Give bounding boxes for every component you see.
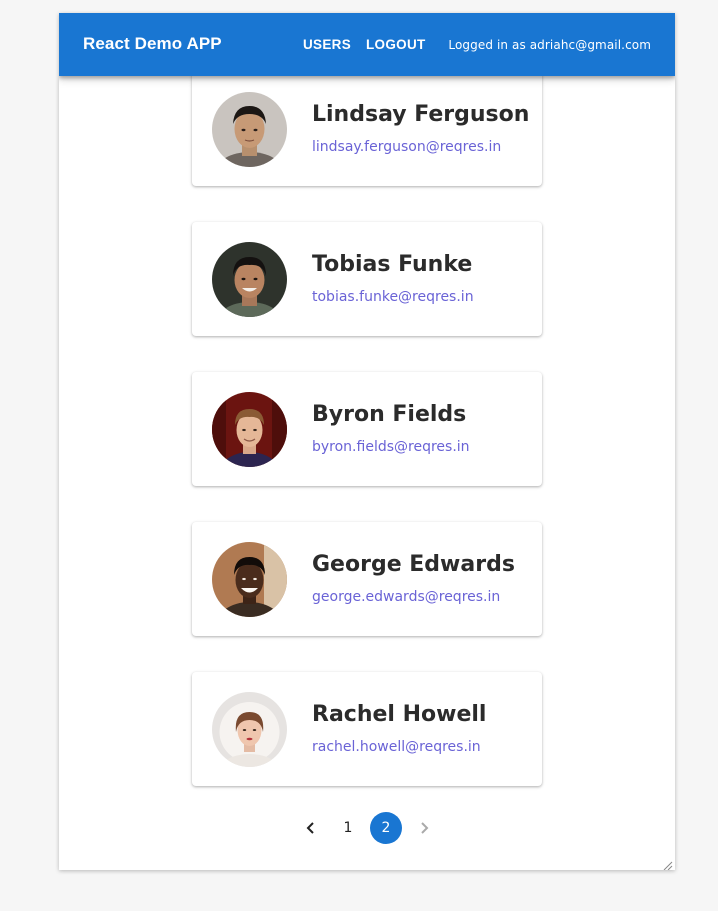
user-name: Lindsay Ferguson bbox=[312, 102, 530, 127]
nav-users-button[interactable]: USERS bbox=[303, 37, 351, 52]
user-email[interactable]: tobias.funke@reqres.in bbox=[312, 289, 474, 305]
user-email[interactable]: george.edwards@reqres.in bbox=[312, 589, 500, 605]
chevron-right-icon[interactable] bbox=[408, 812, 440, 844]
user-list: Lindsay Ferguson lindsay.ferguson@reqres… bbox=[59, 13, 675, 870]
app-title: React Demo APP bbox=[83, 34, 222, 53]
pagination: 1 2 bbox=[59, 812, 675, 844]
user-name: George Edwards bbox=[312, 552, 515, 577]
user-email[interactable]: byron.fields@reqres.in bbox=[312, 439, 470, 455]
user-name: Byron Fields bbox=[312, 402, 467, 427]
resize-handle-icon[interactable] bbox=[661, 856, 673, 870]
user-avatar bbox=[212, 542, 287, 617]
user-card: George Edwards george.edwards@reqres.in bbox=[192, 522, 542, 636]
nav-logout-button[interactable]: LOGOUT bbox=[366, 37, 426, 52]
user-name: Tobias Funke bbox=[312, 252, 473, 277]
user-email[interactable]: rachel.howell@reqres.in bbox=[312, 739, 481, 755]
user-card: Byron Fields byron.fields@reqres.in bbox=[192, 372, 542, 486]
logged-in-text: Logged in as adriahc@gmail.com bbox=[448, 38, 651, 52]
chevron-left-icon[interactable] bbox=[295, 812, 327, 844]
page-button-2-current[interactable]: 2 bbox=[370, 812, 402, 844]
user-name: Rachel Howell bbox=[312, 702, 487, 727]
page-button-1[interactable]: 1 bbox=[332, 812, 364, 844]
user-email[interactable]: lindsay.ferguson@reqres.in bbox=[312, 139, 501, 155]
user-avatar bbox=[212, 242, 287, 317]
user-card: Lindsay Ferguson lindsay.ferguson@reqres… bbox=[192, 72, 542, 186]
user-card: Tobias Funke tobias.funke@reqres.in bbox=[192, 222, 542, 336]
user-avatar bbox=[212, 692, 287, 767]
user-avatar bbox=[212, 92, 287, 167]
user-avatar bbox=[212, 392, 287, 467]
app-window: Lindsay Ferguson lindsay.ferguson@reqres… bbox=[59, 13, 675, 870]
user-card: Rachel Howell rachel.howell@reqres.in bbox=[192, 672, 542, 786]
app-bar: React Demo APP USERS LOGOUT Logged in as… bbox=[59, 13, 675, 76]
